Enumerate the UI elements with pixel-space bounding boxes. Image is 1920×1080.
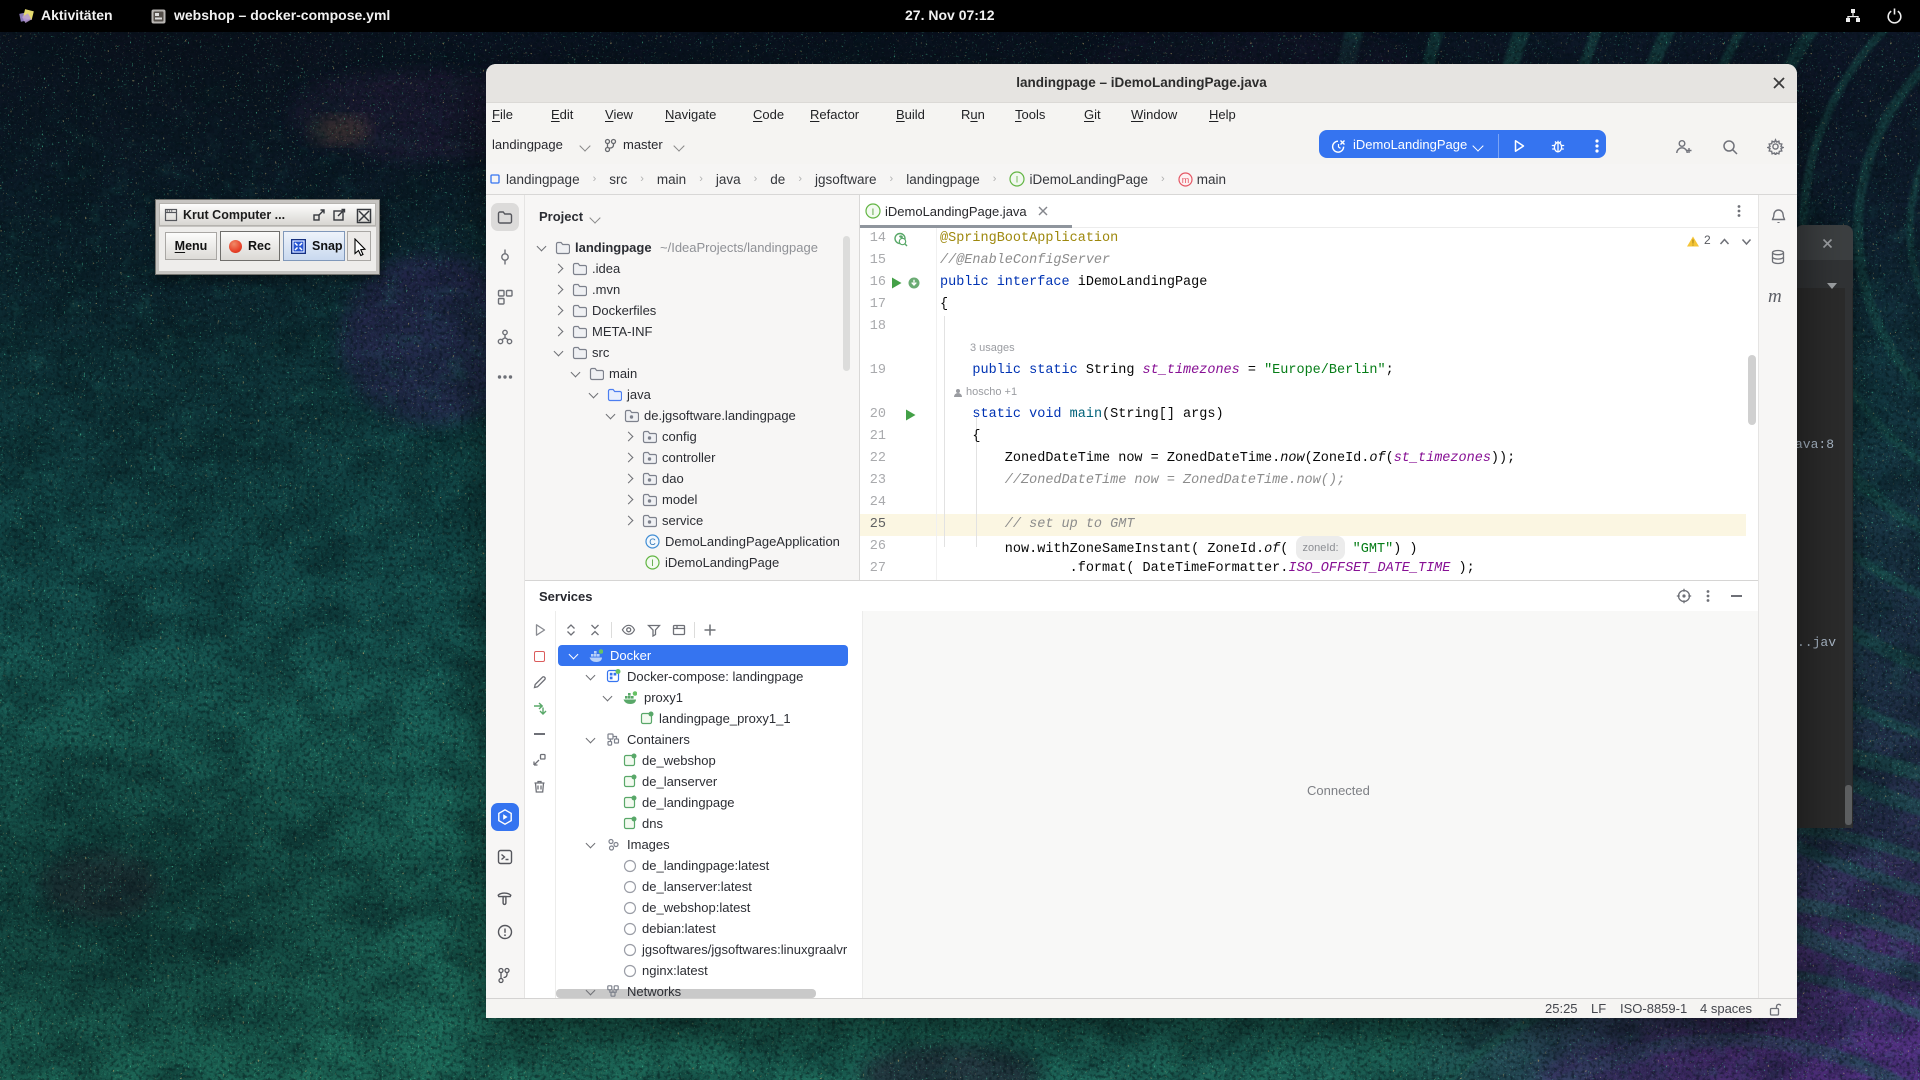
svg-text:I: I xyxy=(872,207,875,218)
svg-text:I: I xyxy=(1016,175,1019,185)
svg-text:!: ! xyxy=(1692,239,1694,248)
svg-text:m: m xyxy=(1181,174,1189,184)
